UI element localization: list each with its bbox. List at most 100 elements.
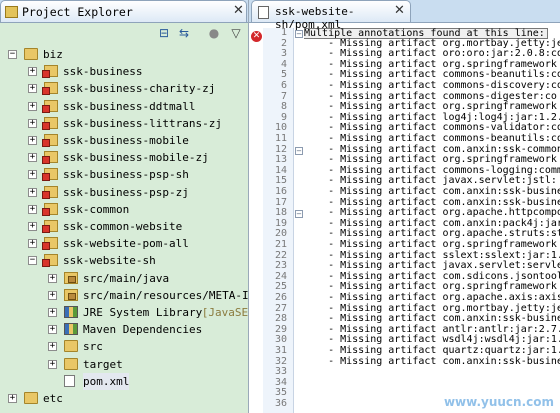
expand-icon[interactable]: + <box>48 359 57 369</box>
tree-item-label: ssk-common-website <box>63 220 183 233</box>
annotation-line: - Missing artifact org.apache.axis:axis <box>304 292 560 303</box>
expand-icon[interactable]: + <box>48 342 57 352</box>
expand-icon[interactable]: + <box>28 222 37 231</box>
project-icon <box>42 202 58 216</box>
tree-item[interactable]: + JRE System Library [JavaSE-1 <box>0 304 261 321</box>
vertical-ruler: ✕ <box>249 28 263 413</box>
close-icon[interactable]: ✕ <box>394 3 405 18</box>
collapse-icon[interactable]: − <box>28 256 37 266</box>
tree-item-label: src/main/resources/META-INF <box>83 288 262 302</box>
tree-item[interactable]: − biz <box>0 46 248 63</box>
tree-item-label: ssk-business-littrans-zj <box>63 116 222 130</box>
tree-item[interactable]: − ssk-website-sh <box>0 252 248 269</box>
project-icon <box>42 185 58 199</box>
expand-icon[interactable]: + <box>48 325 57 335</box>
tree-item[interactable]: + ssk-business-psp-zj <box>0 184 248 201</box>
tree-item[interactable]: + target <box>0 356 248 373</box>
package-icon <box>64 271 78 284</box>
library-icon <box>64 323 78 336</box>
code-text[interactable]: Multiple annotations found at this line:… <box>304 28 560 413</box>
expand-icon[interactable]: + <box>28 153 37 163</box>
expand-icon[interactable]: + <box>28 239 37 249</box>
editor-tabbar: ssk-website-sh/pom.xml ✕ <box>249 0 560 31</box>
expand-icon[interactable]: + <box>28 84 37 94</box>
project-icon <box>42 65 58 79</box>
folder-icon <box>64 357 78 370</box>
tree-item-label: etc <box>43 392 63 405</box>
collapse-icon[interactable]: − <box>8 50 17 59</box>
collapse-all-icon[interactable]: ⊟ <box>156 26 172 41</box>
error-icon[interactable]: ✕ <box>251 31 262 42</box>
editor-body[interactable]: ✕ 1 2 3 4 5 6 7 8 9 10 11 12 13 14 15 16 17 18 19 20 21 22 23 2… <box>249 27 560 413</box>
explorer-tab-label: Project Explorer <box>22 5 133 19</box>
tree-item-label: src <box>83 340 103 354</box>
explorer-tabbar: Project Explorer ✕ <box>0 0 248 23</box>
project-icon <box>42 220 58 233</box>
explorer-toolbar: ⊟ ⇆ ● ▽ <box>0 23 248 45</box>
line-number: 1 <box>280 27 287 38</box>
project-explorer-icon <box>5 6 18 18</box>
tree-item-label: target <box>83 357 123 371</box>
tab-project-explorer[interactable]: Project Explorer ✕ <box>0 0 247 22</box>
line-number-ruler: 1 2 3 4 5 6 7 8 9 10 11 12 13 14 15 16 17 18 19 20 21 22 23 24 2… <box>263 27 303 413</box>
line-number: 21 <box>274 239 287 250</box>
tree-item[interactable]: + src <box>0 338 248 355</box>
tree-item-label: ssk-business-charity-zj <box>63 82 216 96</box>
tree-item[interactable]: + ssk-business-mobile <box>0 132 248 149</box>
annotation-line: - Missing artifact com.anxin:ssk-busine <box>304 186 560 197</box>
expand-icon[interactable]: + <box>48 290 57 300</box>
tree-item[interactable]: + ssk-business-littrans-zj <box>0 115 248 132</box>
annotation-line: - Missing artifact commons-beanutils:co <box>304 133 560 144</box>
tree-item-label: src/main/java <box>83 271 170 285</box>
tab-pom-xml[interactable]: ssk-website-sh/pom.xml ✕ <box>251 0 411 31</box>
folder-icon <box>24 48 38 60</box>
fold-toggle-icon[interactable]: − <box>295 30 303 38</box>
tree-item[interactable]: pom.xml <box>0 372 248 390</box>
link-with-editor-icon[interactable]: ⇆ <box>176 26 192 41</box>
tree-item[interactable]: + etc <box>0 390 248 407</box>
project-icon <box>42 254 58 268</box>
file-icon <box>64 374 75 387</box>
tree-item[interactable]: + ssk-website-pom-all <box>0 235 248 252</box>
tree-item[interactable]: + ssk-common-website <box>0 218 248 235</box>
fold-toggle-icon[interactable]: − <box>295 210 303 219</box>
tree-item[interactable]: + Maven Dependencies <box>0 321 248 338</box>
tree-item[interactable]: + ssk-common <box>0 201 248 218</box>
expand-icon[interactable]: + <box>28 101 37 111</box>
tree-item[interactable]: + src/main/java <box>0 270 248 287</box>
tree-item[interactable]: + ssk-business-psp-sh <box>0 166 248 183</box>
view-menu-icon[interactable]: ● <box>206 26 222 41</box>
expand-icon[interactable]: + <box>48 308 57 317</box>
expand-icon[interactable]: + <box>28 118 37 128</box>
tree-item[interactable]: + ssk-business-ddtmall <box>0 98 248 115</box>
line-number: 26 <box>274 292 287 303</box>
project-icon <box>42 134 58 147</box>
tree-item[interactable]: + src/main/resources/META-INF <box>0 287 262 304</box>
tree-item-label: ssk-common <box>63 202 130 216</box>
editor-area: ssk-website-sh/pom.xml ✕ ✕ 1 2 3 4 5 6 7 8 9 10 11… <box>249 0 560 413</box>
expand-icon[interactable]: + <box>28 170 37 180</box>
folder-icon <box>64 340 78 353</box>
fold-toggle-icon[interactable]: − <box>295 146 303 155</box>
tree-item[interactable]: + ssk-business <box>0 63 248 80</box>
tree-item-label: ssk-business-mobile-zj <box>63 151 209 165</box>
expand-icon[interactable]: + <box>28 204 37 214</box>
project-icon <box>42 82 58 96</box>
library-icon <box>64 306 78 318</box>
close-icon[interactable]: ✕ <box>233 3 244 18</box>
tree-item-label: Maven Dependencies <box>83 323 203 337</box>
tree-item[interactable]: + ssk-business-charity-zj <box>0 80 248 97</box>
expand-icon[interactable]: + <box>28 187 37 197</box>
expand-icon[interactable]: + <box>48 273 57 283</box>
tree-item-label: ssk-business-psp-sh <box>63 168 189 182</box>
project-explorer-panel: Project Explorer ✕ ⊟ ⇆ ● ▽ − biz + ssk-busi… <box>0 0 262 413</box>
expand-icon[interactable]: + <box>28 67 37 77</box>
annotation-line: - Missing artifact quartz:quartz:jar:1. <box>304 345 560 356</box>
tree-item-label: ssk-business-ddtmall <box>63 99 196 113</box>
tree-item[interactable]: + ssk-business-mobile-zj <box>0 149 248 166</box>
chevron-down-icon[interactable]: ▽ <box>228 26 244 41</box>
expand-icon[interactable]: + <box>28 136 37 145</box>
expand-icon[interactable]: + <box>8 394 17 403</box>
package-icon <box>64 288 78 301</box>
xml-file-icon <box>258 6 269 19</box>
